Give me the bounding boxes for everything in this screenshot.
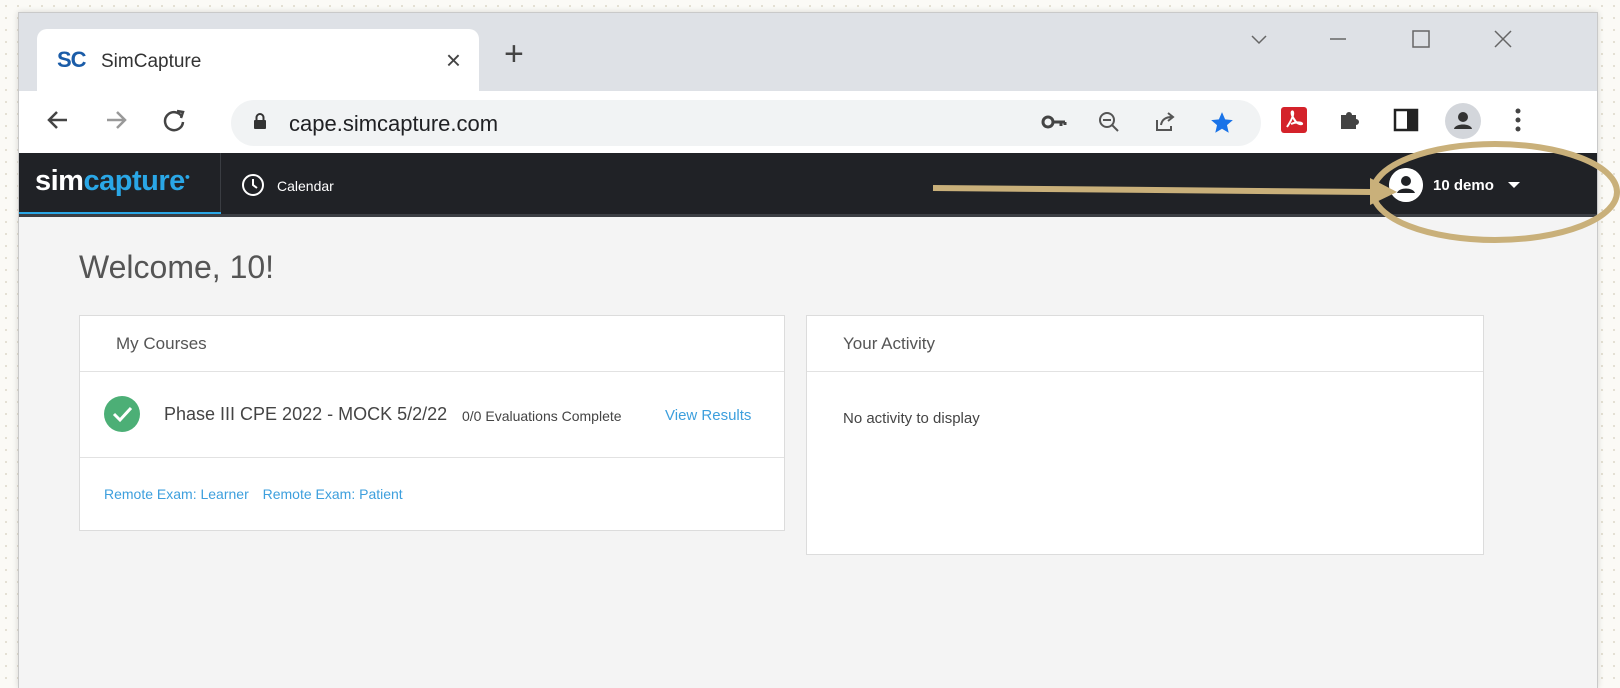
remote-exam-links: Remote Exam: Learner Remote Exam: Patien… <box>80 458 784 502</box>
tab-simcapture[interactable]: SC SimCapture × <box>37 29 479 91</box>
tab-strip: SC SimCapture × + <box>19 13 1597 91</box>
remote-exam-learner-link[interactable]: Remote Exam: Learner <box>104 486 249 502</box>
course-row: Phase III CPE 2022 - MOCK 5/2/22 0/0 Eva… <box>80 372 784 458</box>
my-courses-panel: My Courses Phase III CPE 2022 - MOCK 5/2… <box>79 315 785 531</box>
my-courses-title: My Courses <box>80 316 784 372</box>
caret-down-icon <box>1507 182 1520 188</box>
nav-calendar[interactable]: Calendar <box>241 173 334 199</box>
profile-icon[interactable] <box>1445 103 1481 144</box>
no-activity-text: No activity to display <box>843 410 980 427</box>
side-panel-icon[interactable] <box>1393 107 1419 138</box>
address-bar[interactable]: cape.simcapture.com <box>231 100 1261 146</box>
simcapture-favicon-icon: SC <box>57 47 87 72</box>
lock-icon[interactable] <box>253 113 267 129</box>
course-evaluations: 0/0 Evaluations Complete <box>462 408 622 424</box>
tab-search-icon[interactable] <box>1247 27 1271 58</box>
maximize-icon[interactable] <box>1409 27 1433 58</box>
simcapture-logo[interactable]: simcapture● <box>35 165 190 198</box>
window-close-icon[interactable] <box>1491 27 1515 58</box>
bookmark-star-icon[interactable] <box>1209 110 1235 143</box>
your-activity-title: Your Activity <box>807 316 1483 372</box>
welcome-heading: Welcome, 10! <box>79 249 275 285</box>
new-tab-button[interactable]: + <box>504 37 524 71</box>
back-icon[interactable] <box>43 105 73 141</box>
pdf-extension-icon[interactable] <box>1281 107 1307 138</box>
browser-toolbar: cape.simcapture.com <box>19 91 1597 153</box>
minimize-icon[interactable] <box>1326 27 1350 58</box>
user-name: 10 demo <box>1433 176 1494 194</box>
key-icon[interactable] <box>1041 110 1067 141</box>
nav-calendar-label: Calendar <box>277 178 334 194</box>
share-icon[interactable] <box>1153 110 1177 141</box>
url-text[interactable]: cape.simcapture.com <box>289 111 498 137</box>
view-results-link[interactable]: View Results <box>665 407 751 424</box>
course-name: Phase III CPE 2022 - MOCK 5/2/22 <box>164 404 448 424</box>
zoom-out-icon[interactable] <box>1097 110 1121 141</box>
check-circle-icon <box>104 396 140 432</box>
reload-icon[interactable] <box>159 105 189 141</box>
browser-menu-icon[interactable] <box>1513 107 1523 138</box>
your-activity-panel: Your Activity No activity to display <box>806 315 1484 555</box>
extensions-puzzle-icon[interactable] <box>1337 107 1363 138</box>
remote-exam-patient-link[interactable]: Remote Exam: Patient <box>263 486 403 502</box>
app-navbar: simcapture● Calendar 10 demo <box>19 153 1597 217</box>
main-content: Welcome, 10! My Courses Phase III CPE 20… <box>19 217 1597 688</box>
logo-container[interactable]: simcapture● <box>19 153 221 217</box>
user-menu[interactable]: 10 demo <box>1389 167 1520 203</box>
tab-close-button[interactable]: × <box>446 45 461 76</box>
browser-window: SC SimCapture × + cape.simcapture.com si… <box>18 12 1598 688</box>
forward-icon[interactable] <box>101 105 131 141</box>
tab-title: SimCapture <box>101 51 202 72</box>
clock-icon <box>241 173 265 200</box>
user-avatar-icon <box>1389 168 1423 202</box>
logo-prefix: sim <box>35 165 84 197</box>
logo-suffix: capture <box>83 165 185 197</box>
